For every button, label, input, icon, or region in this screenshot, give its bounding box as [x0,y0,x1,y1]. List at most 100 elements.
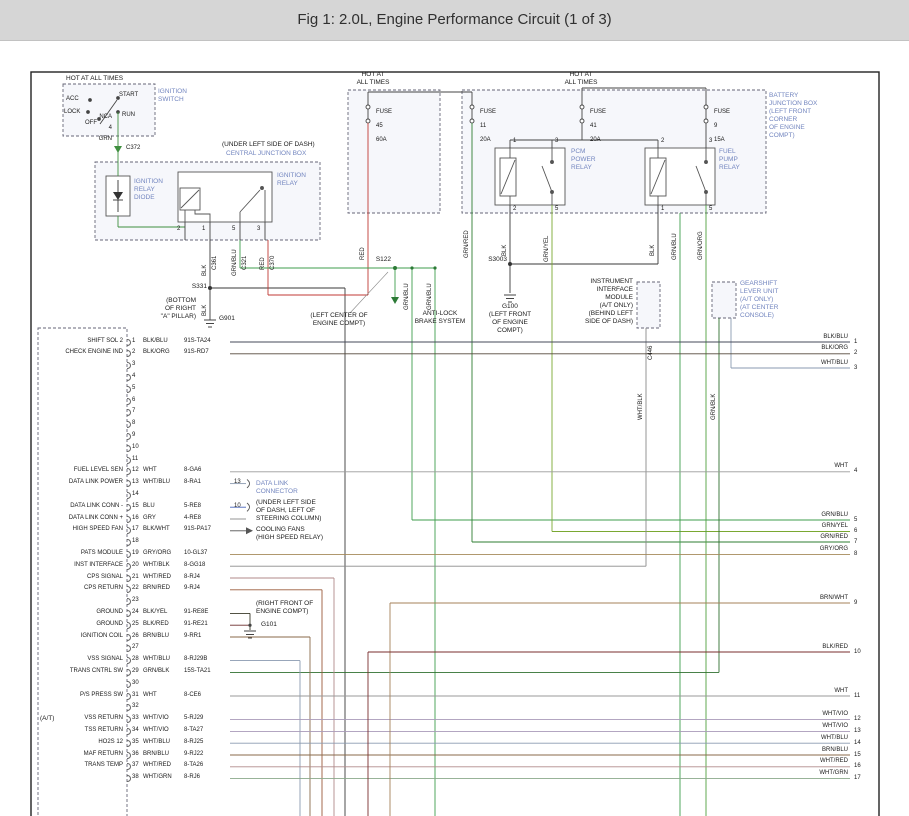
fuel-relay-pin: 3 [709,138,712,145]
pcm-pin-number: 7 [132,408,144,415]
pcm-pin-wire-color: WHT/RED [143,574,183,581]
pcm-pin-circuit-number: 15S-TA21 [184,668,230,675]
right-wire-color-label: WHT [788,463,848,470]
right-pin-number: 9 [854,600,870,607]
ignition-switch-label: IGNITION SWITCH [158,88,187,104]
hot-at-all-times-mid: HOT AT ALL TIMES [350,71,396,87]
right-wire-color-label: WHT [788,688,848,695]
wire-vertical-label: GRN/YEL [544,236,551,262]
pcm-pin-wire-color: GRY/ORG [143,550,183,557]
ground-g901-label: G901 [219,315,235,323]
right-pin-number: 3 [854,365,870,372]
pcm-pin-bracket [127,634,131,641]
pcm-pin-bracket [127,374,131,381]
pcm-pin-function-label: GROUND [40,621,123,628]
wire-vertical-label: GRN/BLU [672,233,679,260]
fuse-number: 9 [714,123,730,130]
right-wire-color-label: WHT/RED [788,758,848,765]
pcm-pin-circuit-number: 9-RJ22 [184,751,230,758]
right-wire-color-label: BLK/BLU [788,334,848,341]
pcm-pin-wire-color: BRN/BLU [143,751,183,758]
right-wire-color-label: GRN/RED [788,534,848,541]
pcm-pin-circuit-number: 8-GA6 [184,467,230,474]
wire-vertical-label: C361 [212,256,219,270]
ignition-relay-label: IGNITION RELAY [277,172,306,188]
right-pin-number: 11 [854,693,870,700]
wire-vertical-label: WHT/BLK [638,393,645,420]
pcm-pin-circuit-number: 91S-PA17 [184,526,230,533]
pcm-pin-function-label: TSS RETURN [40,727,123,734]
pcm-pin-circuit-number: 9-RR1 [184,633,230,640]
wire-vertical-label: GRN/BLK [711,394,718,420]
ground-g100-label: G100 [502,303,518,311]
pcm-pin-function-label: PATS MODULE [40,550,123,557]
fuse-number: 41 [590,123,606,130]
pcm-pin-wire-color: BLK/BLU [143,338,183,345]
pcm-pin-wire-color: WHT [143,467,183,474]
switch-pos-lock: LOCK [64,109,80,116]
pcm-relay-pin: 3 [555,138,558,145]
fuse-name: FUSE [590,109,606,116]
g101-location: (RIGHT FRONT OF ENGINE COMPT) [256,600,313,616]
right-wire-color-label: WHT/BLU [788,735,848,742]
pcm-pin-function-label: VSS RETURN [40,715,123,722]
pcm-pin-bracket [127,610,131,617]
pcm-pin-wire-color: WHT/GRN [143,774,183,781]
pcm-pin-circuit-number: 4-RE8 [184,515,230,522]
fuse-rating: 15A [714,137,730,144]
pcm-pin-function-label: CPS SIGNAL [40,574,123,581]
right-wire-color-label: BRN/WHT [788,595,848,602]
right-pin-number: 6 [854,528,870,535]
wire-vertical-label: RED [360,247,367,260]
gearshift-lever-unit-label: GEARSHIFT LEVER UNIT (A/T ONLY) (AT CENT… [740,280,778,320]
pcm-pin-function-label: CHECK ENGINE IND [40,349,123,356]
pcm-pin-function-label: GROUND [40,609,123,616]
pcm-pin-circuit-number: 8-RJ6 [184,774,230,781]
wire-note-4: 4 [88,125,112,132]
right-wire-color-label: WHT/GRN [788,770,848,777]
pcm-pin-function-label: DATA LINK POWER [40,479,123,486]
pcm-pin-function-label: HO2S 12 [40,739,123,746]
pcm-pin-circuit-number: 8-RJ29B [184,656,230,663]
fuse-41: FUSE 41 20A [590,102,606,151]
fuse-11: FUSE 11 20A [480,102,496,151]
dlc-pin-13: 13 [234,479,241,486]
pcm-pin-circuit-number: 8-RA1 [184,479,230,486]
pcm-pin-wire-color: BRN/BLU [143,633,183,640]
right-wire-color-label: GRN/BLU [788,512,848,519]
connector-c372: C372 [126,145,140,152]
pcm-pin-number: 9 [132,432,144,439]
hot-at-all-times-left: HOT AT ALL TIMES [66,75,123,83]
pcm-relay-pin: 1 [513,138,516,145]
pcm-pin-wire-color: BRN/RED [143,585,183,592]
pcm-pin-bracket [127,445,131,452]
pcm-pin-number: 3 [132,361,144,368]
s122-location: (LEFT CENTER OF ENGINE COMPT) [300,312,378,328]
right-wire-color-label: GRY/ORG [788,546,848,553]
pcm-pin-wire-color: BLK/WHT [143,526,183,533]
pcm-pin-bracket [127,681,131,688]
pcm-pin-function-label: MAF RETURN [40,751,123,758]
pcm-pin-circuit-number: 8-CE6 [184,692,230,699]
pcm-pin-circuit-number: 91-RE21 [184,621,230,628]
pcm-pin-bracket [127,551,131,558]
pcm-pin-function-label: HIGH SPEED FAN [40,526,123,533]
pcm-pin-bracket [127,563,131,570]
abs-system-label: ANTI-LOCK BRAKE SYSTEM [404,310,476,326]
ground-g101-label: G101 [261,621,277,629]
right-pin-number: 4 [854,468,870,475]
pcm-pin-function-label: DATA LINK CONN - [40,503,123,510]
pcm-pin-circuit-number: 10-GL37 [184,550,230,557]
cjb-relay-pin: 1 [202,226,205,233]
right-pin-number: 2 [854,350,870,357]
pcm-pin-circuit-number: 5-RE8 [184,503,230,510]
wire-vertical-label: GRN/BLU [427,283,434,310]
pcm-pin-function-label: FUEL LEVEL SEN [40,467,123,474]
pcm-pin-number: 23 [132,597,144,604]
pcm-pin-number: 6 [132,397,144,404]
pcm-pin-wire-color: WHT [143,692,183,699]
cooling-fans-label: COOLING FANS (HIGH SPEED RELAY) [256,526,323,542]
pcm-pin-circuit-number: 8-RJ4 [184,574,230,581]
cjb-location: (UNDER LEFT SIDE OF DASH) [222,141,315,149]
wire-vertical-label: GRN/RED [464,230,471,258]
